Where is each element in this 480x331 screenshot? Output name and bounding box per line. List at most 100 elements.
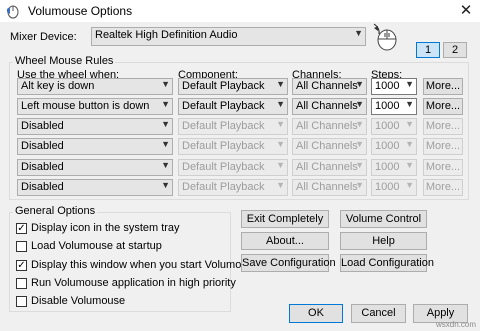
save-configuration-button[interactable]: Save Configuration [241, 254, 336, 272]
rule-channels-select[interactable]: All Channels ▼ [292, 78, 367, 95]
chevron-down-icon: ▼ [161, 119, 170, 129]
tab-1[interactable]: 1 [416, 42, 440, 58]
rule-component-value: Default Playback [182, 80, 265, 92]
close-button[interactable]: ✕ [452, 0, 480, 22]
chevron-down-icon: ▼ [276, 99, 285, 109]
chevron-down-icon: ▼ [355, 180, 364, 190]
option-label: Display icon in the system tray [31, 222, 180, 234]
option-label: Display this window when you start Volum… [31, 259, 260, 271]
exit-completely-button[interactable]: Exit Completely [241, 210, 329, 228]
chevron-down-icon: ▼ [355, 160, 364, 170]
chevron-down-icon: ▼ [161, 99, 170, 109]
rule-when-select[interactable]: Alt key is down ▼ [17, 78, 173, 95]
rule-channels-select[interactable]: All Channels ▼ [292, 118, 367, 135]
rule-steps-select[interactable]: 1000 ▼ [371, 179, 417, 196]
mixer-device-label: Mixer Device: [10, 31, 77, 43]
rule-channels-value: All Channels [296, 161, 358, 173]
rule-channels-value: All Channels [296, 100, 358, 112]
option-checkbox[interactable]: ✓ [16, 260, 27, 271]
rule-steps-select[interactable]: 1000 ▼ [371, 98, 417, 115]
ok-button[interactable]: OK [289, 304, 343, 323]
cancel-button[interactable]: Cancel [351, 304, 406, 323]
rule-component-value: Default Playback [182, 161, 265, 173]
option-label: Load Volumouse at startup [31, 240, 162, 252]
rule-when-select[interactable]: Disabled ▼ [17, 159, 173, 176]
general-options-title: General Options [13, 205, 98, 217]
chevron-down-icon: ▼ [276, 139, 285, 149]
rule-steps-select[interactable]: 1000 ▼ [371, 159, 417, 176]
about-button[interactable]: About... [241, 232, 329, 250]
rule-when-value: Alt key is down [21, 80, 95, 92]
rule-when-value: Left mouse button is down [21, 100, 150, 112]
rule-channels-value: All Channels [296, 140, 358, 152]
chevron-down-icon: ▼ [276, 119, 285, 129]
rule-more-button[interactable]: More... [423, 118, 463, 135]
volumouse-logo-icon [373, 23, 397, 51]
rule-component-select[interactable]: Default Playback ▼ [178, 78, 288, 95]
rule-component-value: Default Playback [182, 181, 265, 193]
rule-channels-select[interactable]: All Channels ▼ [292, 179, 367, 196]
rule-when-value: Disabled [21, 161, 64, 173]
rule-steps-value: 1000 [375, 140, 400, 152]
mixer-device-select[interactable]: Realtek High Definition Audio ▼ [91, 27, 366, 46]
rule-component-select[interactable]: Default Playback ▼ [178, 159, 288, 176]
rule-when-value: Disabled [21, 120, 64, 132]
rule-component-select[interactable]: Default Playback ▼ [178, 179, 288, 196]
rule-steps-value: 1000 [375, 161, 400, 173]
rule-steps-select[interactable]: 1000 ▼ [371, 138, 417, 155]
rule-steps-select[interactable]: 1000 ▼ [371, 78, 417, 95]
rule-when-select[interactable]: Disabled ▼ [17, 179, 173, 196]
chevron-down-icon: ▼ [276, 79, 285, 89]
rule-more-button[interactable]: More... [423, 78, 463, 95]
chevron-down-icon: ▼ [405, 180, 414, 190]
chevron-down-icon: ▼ [405, 139, 414, 149]
rule-when-select[interactable]: Left mouse button is down ▼ [17, 98, 173, 115]
chevron-down-icon: ▼ [276, 160, 285, 170]
rule-steps-value: 1000 [375, 80, 400, 92]
rule-channels-select[interactable]: All Channels ▼ [292, 98, 367, 115]
rule-channels-select[interactable]: All Channels ▼ [292, 138, 367, 155]
option-checkbox[interactable] [16, 241, 27, 252]
rule-steps-select[interactable]: 1000 ▼ [371, 118, 417, 135]
option-checkbox[interactable]: ✓ [16, 223, 27, 234]
rule-when-select[interactable]: Disabled ▼ [17, 138, 173, 155]
chevron-down-icon: ▼ [405, 99, 414, 109]
rule-channels-value: All Channels [296, 181, 358, 193]
rule-component-select[interactable]: Default Playback ▼ [178, 118, 288, 135]
mixer-device-value: Realtek High Definition Audio [95, 29, 238, 41]
rule-component-select[interactable]: Default Playback ▼ [178, 98, 288, 115]
window-title: Volumouse Options [28, 4, 133, 18]
load-configuration-button[interactable]: Load Configuration [340, 254, 434, 272]
chevron-down-icon: ▼ [354, 28, 363, 38]
rule-steps-value: 1000 [375, 181, 400, 193]
tab-2[interactable]: 2 [443, 42, 467, 58]
chevron-down-icon: ▼ [161, 139, 170, 149]
rule-more-button[interactable]: More... [423, 98, 463, 115]
rule-more-button[interactable]: More... [423, 138, 463, 155]
chevron-down-icon: ▼ [405, 79, 414, 89]
rule-more-button[interactable]: More... [423, 179, 463, 196]
chevron-down-icon: ▼ [355, 79, 364, 89]
rule-steps-value: 1000 [375, 120, 400, 132]
chevron-down-icon: ▼ [161, 160, 170, 170]
chevron-down-icon: ▼ [161, 180, 170, 190]
help-button[interactable]: Help [340, 232, 427, 250]
rule-channels-select[interactable]: All Channels ▼ [292, 159, 367, 176]
option-checkbox[interactable] [16, 278, 27, 289]
title-bar: Volumouse Options ✕ [0, 0, 480, 22]
rule-component-select[interactable]: Default Playback ▼ [178, 138, 288, 155]
wheel-rules-title: Wheel Mouse Rules [13, 55, 116, 67]
rule-channels-value: All Channels [296, 80, 358, 92]
option-label: Disable Volumouse [31, 295, 126, 307]
rule-channels-value: All Channels [296, 120, 358, 132]
rule-more-button[interactable]: More... [423, 159, 463, 176]
mouse-speaker-icon [7, 5, 19, 19]
chevron-down-icon: ▼ [161, 79, 170, 89]
rule-when-select[interactable]: Disabled ▼ [17, 118, 173, 135]
rule-steps-value: 1000 [375, 100, 400, 112]
rule-when-value: Disabled [21, 140, 64, 152]
chevron-down-icon: ▼ [405, 160, 414, 170]
option-checkbox[interactable] [16, 296, 27, 307]
chevron-down-icon: ▼ [355, 119, 364, 129]
volume-control-button[interactable]: Volume Control [340, 210, 427, 228]
